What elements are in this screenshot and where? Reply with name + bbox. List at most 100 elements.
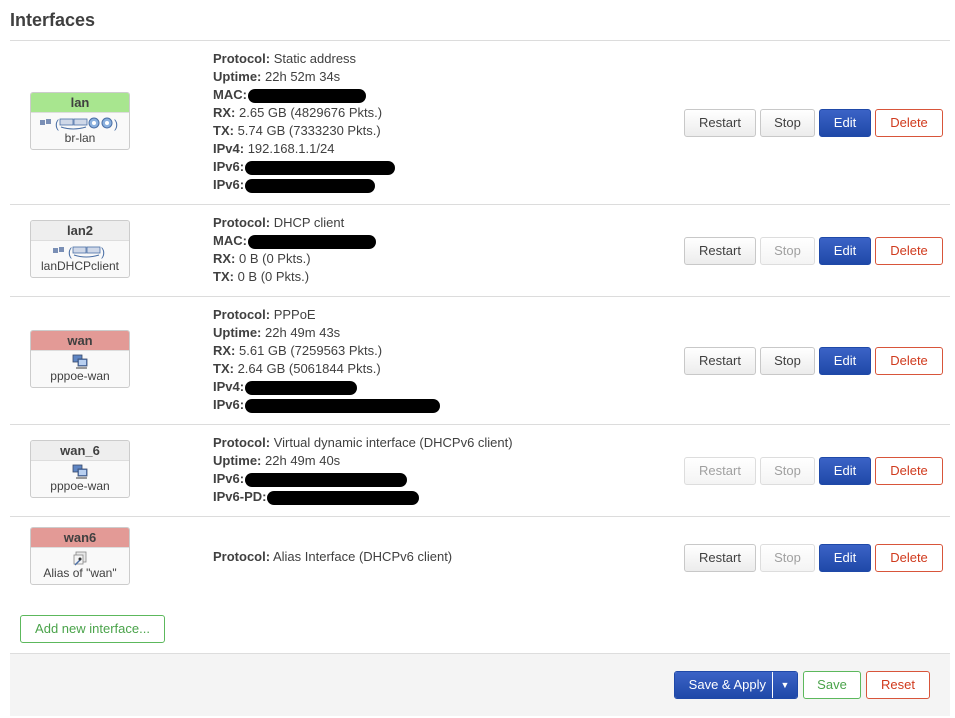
interface-info: Protocol: Virtual dynamic interface (DHC… (213, 434, 513, 506)
divider (10, 40, 950, 41)
interface-name: wan_6 (31, 441, 129, 461)
info-line: Uptime: 22h 52m 34s (213, 69, 341, 84)
divider (10, 296, 950, 297)
divider (10, 424, 950, 425)
interface-actions: Restart Stop Edit Delete (684, 457, 943, 485)
network-tunnel-icon (72, 354, 88, 370)
info-line: IPv6: (213, 396, 441, 414)
interface-info: Protocol: DHCP client MAC: RX: 0 B (0 Pk… (213, 214, 376, 286)
interface-badge[interactable]: wan6 Alias of "wan" (30, 527, 130, 585)
info-line: Protocol: Static address (213, 51, 357, 66)
svg-text:): ) (114, 117, 118, 131)
delete-button[interactable]: Delete (875, 347, 943, 375)
interface-info: Protocol: Static address Uptime: 22h 52m… (213, 50, 396, 194)
info-line: Protocol: Alias Interface (DHCPv6 client… (213, 549, 453, 564)
interface-info: Protocol: Alias Interface (DHCPv6 client… (213, 548, 452, 566)
redaction-mark (247, 234, 376, 249)
save-apply-split-button: Save & Apply ▼ (673, 671, 798, 699)
device-name: br-lan (64, 131, 96, 145)
redaction-mark (245, 398, 441, 413)
interface-badge[interactable]: wan pppoe-wan (30, 330, 130, 388)
interface-name: wan6 (31, 528, 129, 548)
delete-button[interactable]: Delete (875, 109, 943, 137)
info-line: RX: 0 B (0 Pkts.) (213, 251, 311, 266)
edit-button[interactable]: Edit (819, 109, 871, 137)
delete-button[interactable]: Delete (875, 457, 943, 485)
reset-button[interactable]: Reset (866, 671, 930, 699)
device-name: lanDHCPclient (40, 259, 120, 273)
svg-text:): ) (101, 245, 105, 259)
restart-button[interactable]: Restart (684, 347, 756, 375)
divider (10, 204, 950, 205)
stop-button[interactable]: Stop (760, 109, 815, 137)
dropdown-caret-icon[interactable]: ▼ (773, 672, 797, 698)
info-line: Uptime: 22h 49m 40s (213, 453, 341, 468)
interface-name: lan2 (31, 221, 129, 241)
info-line: TX: 5.74 GB (7333230 Pkts.) (213, 123, 381, 138)
stop-button[interactable]: Stop (760, 457, 815, 485)
stop-button[interactable]: Stop (760, 237, 815, 265)
info-line: MAC: (213, 232, 376, 250)
info-line: Protocol: DHCP client (213, 215, 345, 230)
alias-icon (73, 551, 87, 566)
restart-button[interactable]: Restart (684, 544, 756, 572)
info-line: IPv6: (213, 176, 395, 194)
info-line: RX: 2.65 GB (4829676 Pkts.) (213, 105, 383, 120)
device-name: pppoe-wan (50, 369, 110, 383)
footer-actions: Save & Apply ▼ Save Reset (10, 653, 950, 716)
redaction-mark (245, 160, 396, 175)
interface-actions: Restart Stop Edit Delete (684, 544, 943, 572)
info-line: RX: 5.61 GB (7259563 Pkts.) (213, 343, 383, 358)
edit-button[interactable]: Edit (819, 347, 871, 375)
restart-button[interactable]: Restart (684, 109, 756, 137)
interface-badge[interactable]: lan2 ( ) lanDHCPclient (30, 220, 130, 278)
delete-button[interactable]: Delete (875, 237, 943, 265)
network-tunnel-icon (72, 464, 88, 480)
interface-badge[interactable]: wan_6 pppoe-wan (30, 440, 130, 498)
redaction-mark (247, 88, 366, 103)
info-line: MAC: (213, 86, 395, 104)
device-icons: ( ) (31, 241, 129, 259)
interface-actions: Restart Stop Edit Delete (684, 109, 943, 137)
device-icons (31, 351, 129, 370)
info-line: Protocol: Virtual dynamic interface (DHC… (213, 435, 513, 450)
info-line: Protocol: PPPoE (213, 307, 316, 322)
info-line: IPv6-PD: (213, 488, 513, 506)
info-line: IPv4: (213, 378, 440, 396)
save-apply-button[interactable]: Save & Apply (674, 672, 772, 698)
redaction-mark (245, 472, 408, 487)
restart-button[interactable]: Restart (684, 457, 756, 485)
svg-text:(: ( (68, 245, 72, 259)
stop-button[interactable]: Stop (760, 347, 815, 375)
info-line: IPv6: (213, 470, 513, 488)
interface-actions: Restart Stop Edit Delete (684, 347, 943, 375)
interface-badge[interactable]: lan ( ) br-lan (30, 92, 130, 150)
interface-name: wan (31, 331, 129, 351)
device-name: Alias of "wan" (43, 566, 117, 580)
redaction-mark (245, 380, 358, 395)
edit-button[interactable]: Edit (819, 237, 871, 265)
save-button[interactable]: Save (803, 671, 861, 699)
restart-button[interactable]: Restart (684, 237, 756, 265)
redaction-mark (267, 490, 420, 505)
interface-info: Protocol: PPPoE Uptime: 22h 49m 43s RX: … (213, 306, 441, 414)
edit-button[interactable]: Edit (819, 457, 871, 485)
device-icons (31, 461, 129, 480)
delete-button[interactable]: Delete (875, 544, 943, 572)
info-line: IPv6: (213, 158, 396, 176)
info-line: Uptime: 22h 49m 43s (213, 325, 341, 340)
device-icons (31, 548, 129, 566)
interface-name: lan (31, 93, 129, 113)
stop-button[interactable]: Stop (760, 544, 815, 572)
device-name: pppoe-wan (50, 479, 110, 493)
info-line: TX: 2.64 GB (5061844 Pkts.) (213, 361, 381, 376)
add-interface-button[interactable]: Add new interface... (20, 615, 165, 643)
info-line: IPv4: 192.168.1.1/24 (213, 141, 335, 156)
edit-button[interactable]: Edit (819, 544, 871, 572)
interface-actions: Restart Stop Edit Delete (684, 237, 943, 265)
device-icons: ( ) (31, 113, 129, 131)
redaction-mark (245, 178, 376, 193)
ethernet-bridge-icon: ( ) (53, 245, 105, 259)
ethernet-bridge-icon: ( ) (40, 117, 118, 131)
svg-text:(: ( (55, 117, 59, 131)
